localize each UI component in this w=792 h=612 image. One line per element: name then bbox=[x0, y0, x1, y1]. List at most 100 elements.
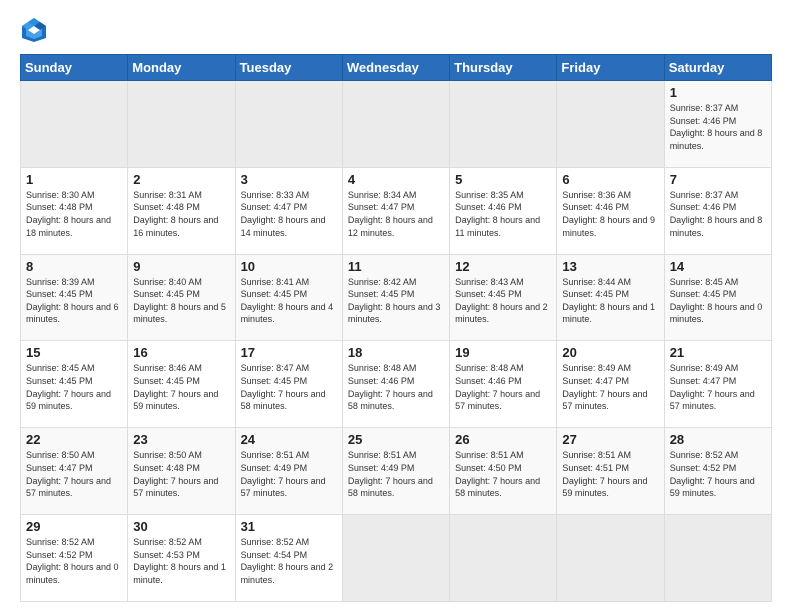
day-number: 1 bbox=[26, 172, 122, 187]
page: SundayMondayTuesdayWednesdayThursdayFrid… bbox=[0, 0, 792, 612]
calendar-cell: 4 Sunrise: 8:34 AMSunset: 4:47 PMDayligh… bbox=[342, 167, 449, 254]
day-info: Sunrise: 8:33 AMSunset: 4:47 PMDaylight:… bbox=[241, 189, 337, 239]
day-info: Sunrise: 8:31 AMSunset: 4:48 PMDaylight:… bbox=[133, 189, 229, 239]
calendar-cell: 24 Sunrise: 8:51 AMSunset: 4:49 PMDaylig… bbox=[235, 428, 342, 515]
calendar-cell: 11 Sunrise: 8:42 AMSunset: 4:45 PMDaylig… bbox=[342, 254, 449, 341]
day-info: Sunrise: 8:50 AMSunset: 4:47 PMDaylight:… bbox=[26, 449, 122, 499]
day-number: 21 bbox=[670, 345, 766, 360]
calendar-cell: 31 Sunrise: 8:52 AMSunset: 4:54 PMDaylig… bbox=[235, 515, 342, 602]
day-info: Sunrise: 8:34 AMSunset: 4:47 PMDaylight:… bbox=[348, 189, 444, 239]
calendar-week-5: 22 Sunrise: 8:50 AMSunset: 4:47 PMDaylig… bbox=[21, 428, 772, 515]
day-info: Sunrise: 8:51 AMSunset: 4:50 PMDaylight:… bbox=[455, 449, 551, 499]
calendar-cell bbox=[450, 515, 557, 602]
logo bbox=[20, 16, 52, 44]
header bbox=[20, 16, 772, 44]
day-number: 2 bbox=[133, 172, 229, 187]
day-header-monday: Monday bbox=[128, 55, 235, 81]
day-info: Sunrise: 8:41 AMSunset: 4:45 PMDaylight:… bbox=[241, 276, 337, 326]
day-number: 16 bbox=[133, 345, 229, 360]
day-number: 12 bbox=[455, 259, 551, 274]
day-number: 9 bbox=[133, 259, 229, 274]
calendar-week-1: 1 Sunrise: 8:37 AMSunset: 4:46 PMDayligh… bbox=[21, 81, 772, 168]
calendar-cell: 21 Sunrise: 8:49 AMSunset: 4:47 PMDaylig… bbox=[664, 341, 771, 428]
calendar-cell: 6 Sunrise: 8:36 AMSunset: 4:46 PMDayligh… bbox=[557, 167, 664, 254]
calendar-cell: 25 Sunrise: 8:51 AMSunset: 4:49 PMDaylig… bbox=[342, 428, 449, 515]
logo-icon bbox=[20, 16, 48, 44]
day-info: Sunrise: 8:51 AMSunset: 4:49 PMDaylight:… bbox=[348, 449, 444, 499]
calendar-cell: 5 Sunrise: 8:35 AMSunset: 4:46 PMDayligh… bbox=[450, 167, 557, 254]
calendar-week-3: 8 Sunrise: 8:39 AMSunset: 4:45 PMDayligh… bbox=[21, 254, 772, 341]
day-number: 7 bbox=[670, 172, 766, 187]
calendar-cell: 30 Sunrise: 8:52 AMSunset: 4:53 PMDaylig… bbox=[128, 515, 235, 602]
calendar-week-6: 29 Sunrise: 8:52 AMSunset: 4:52 PMDaylig… bbox=[21, 515, 772, 602]
day-info: Sunrise: 8:39 AMSunset: 4:45 PMDaylight:… bbox=[26, 276, 122, 326]
day-info: Sunrise: 8:37 AMSunset: 4:46 PMDaylight:… bbox=[670, 189, 766, 239]
day-header-wednesday: Wednesday bbox=[342, 55, 449, 81]
day-info: Sunrise: 8:43 AMSunset: 4:45 PMDaylight:… bbox=[455, 276, 551, 326]
day-header-tuesday: Tuesday bbox=[235, 55, 342, 81]
calendar-cell: 14 Sunrise: 8:45 AMSunset: 4:45 PMDaylig… bbox=[664, 254, 771, 341]
calendar-cell bbox=[557, 81, 664, 168]
day-number: 25 bbox=[348, 432, 444, 447]
day-info: Sunrise: 8:49 AMSunset: 4:47 PMDaylight:… bbox=[562, 362, 658, 412]
day-info: Sunrise: 8:52 AMSunset: 4:52 PMDaylight:… bbox=[670, 449, 766, 499]
day-number: 17 bbox=[241, 345, 337, 360]
day-info: Sunrise: 8:36 AMSunset: 4:46 PMDaylight:… bbox=[562, 189, 658, 239]
day-header-saturday: Saturday bbox=[664, 55, 771, 81]
day-number: 8 bbox=[26, 259, 122, 274]
calendar-cell: 12 Sunrise: 8:43 AMSunset: 4:45 PMDaylig… bbox=[450, 254, 557, 341]
calendar-cell: 1 Sunrise: 8:30 AMSunset: 4:48 PMDayligh… bbox=[21, 167, 128, 254]
day-header-thursday: Thursday bbox=[450, 55, 557, 81]
calendar-cell: 29 Sunrise: 8:52 AMSunset: 4:52 PMDaylig… bbox=[21, 515, 128, 602]
day-number: 4 bbox=[348, 172, 444, 187]
calendar-cell: 26 Sunrise: 8:51 AMSunset: 4:50 PMDaylig… bbox=[450, 428, 557, 515]
day-number: 11 bbox=[348, 259, 444, 274]
day-info: Sunrise: 8:47 AMSunset: 4:45 PMDaylight:… bbox=[241, 362, 337, 412]
day-number: 23 bbox=[133, 432, 229, 447]
calendar-cell: 23 Sunrise: 8:50 AMSunset: 4:48 PMDaylig… bbox=[128, 428, 235, 515]
day-number: 15 bbox=[26, 345, 122, 360]
calendar-cell: 7 Sunrise: 8:37 AMSunset: 4:46 PMDayligh… bbox=[664, 167, 771, 254]
day-number: 10 bbox=[241, 259, 337, 274]
calendar-cell: 17 Sunrise: 8:47 AMSunset: 4:45 PMDaylig… bbox=[235, 341, 342, 428]
day-header-friday: Friday bbox=[557, 55, 664, 81]
calendar-cell: 28 Sunrise: 8:52 AMSunset: 4:52 PMDaylig… bbox=[664, 428, 771, 515]
day-info: Sunrise: 8:45 AMSunset: 4:45 PMDaylight:… bbox=[670, 276, 766, 326]
calendar-cell bbox=[557, 515, 664, 602]
day-info: Sunrise: 8:35 AMSunset: 4:46 PMDaylight:… bbox=[455, 189, 551, 239]
calendar-cell bbox=[235, 81, 342, 168]
day-number: 14 bbox=[670, 259, 766, 274]
day-number: 1 bbox=[670, 85, 766, 100]
day-info: Sunrise: 8:49 AMSunset: 4:47 PMDaylight:… bbox=[670, 362, 766, 412]
calendar-week-4: 15 Sunrise: 8:45 AMSunset: 4:45 PMDaylig… bbox=[21, 341, 772, 428]
calendar-cell bbox=[21, 81, 128, 168]
calendar-header-row: SundayMondayTuesdayWednesdayThursdayFrid… bbox=[21, 55, 772, 81]
calendar-week-2: 1 Sunrise: 8:30 AMSunset: 4:48 PMDayligh… bbox=[21, 167, 772, 254]
calendar-cell: 22 Sunrise: 8:50 AMSunset: 4:47 PMDaylig… bbox=[21, 428, 128, 515]
day-info: Sunrise: 8:40 AMSunset: 4:45 PMDaylight:… bbox=[133, 276, 229, 326]
day-number: 30 bbox=[133, 519, 229, 534]
day-info: Sunrise: 8:30 AMSunset: 4:48 PMDaylight:… bbox=[26, 189, 122, 239]
day-number: 27 bbox=[562, 432, 658, 447]
day-info: Sunrise: 8:52 AMSunset: 4:52 PMDaylight:… bbox=[26, 536, 122, 586]
day-number: 6 bbox=[562, 172, 658, 187]
calendar-cell: 18 Sunrise: 8:48 AMSunset: 4:46 PMDaylig… bbox=[342, 341, 449, 428]
day-info: Sunrise: 8:52 AMSunset: 4:54 PMDaylight:… bbox=[241, 536, 337, 586]
calendar-cell: 8 Sunrise: 8:39 AMSunset: 4:45 PMDayligh… bbox=[21, 254, 128, 341]
calendar-cell: 19 Sunrise: 8:48 AMSunset: 4:46 PMDaylig… bbox=[450, 341, 557, 428]
day-number: 29 bbox=[26, 519, 122, 534]
day-info: Sunrise: 8:51 AMSunset: 4:51 PMDaylight:… bbox=[562, 449, 658, 499]
calendar-cell bbox=[342, 515, 449, 602]
day-number: 20 bbox=[562, 345, 658, 360]
calendar-cell: 9 Sunrise: 8:40 AMSunset: 4:45 PMDayligh… bbox=[128, 254, 235, 341]
day-info: Sunrise: 8:42 AMSunset: 4:45 PMDaylight:… bbox=[348, 276, 444, 326]
calendar-cell: 27 Sunrise: 8:51 AMSunset: 4:51 PMDaylig… bbox=[557, 428, 664, 515]
day-number: 3 bbox=[241, 172, 337, 187]
calendar-cell bbox=[342, 81, 449, 168]
calendar-cell: 15 Sunrise: 8:45 AMSunset: 4:45 PMDaylig… bbox=[21, 341, 128, 428]
day-info: Sunrise: 8:52 AMSunset: 4:53 PMDaylight:… bbox=[133, 536, 229, 586]
calendar-cell bbox=[450, 81, 557, 168]
day-number: 26 bbox=[455, 432, 551, 447]
calendar-cell: 10 Sunrise: 8:41 AMSunset: 4:45 PMDaylig… bbox=[235, 254, 342, 341]
day-info: Sunrise: 8:44 AMSunset: 4:45 PMDaylight:… bbox=[562, 276, 658, 326]
